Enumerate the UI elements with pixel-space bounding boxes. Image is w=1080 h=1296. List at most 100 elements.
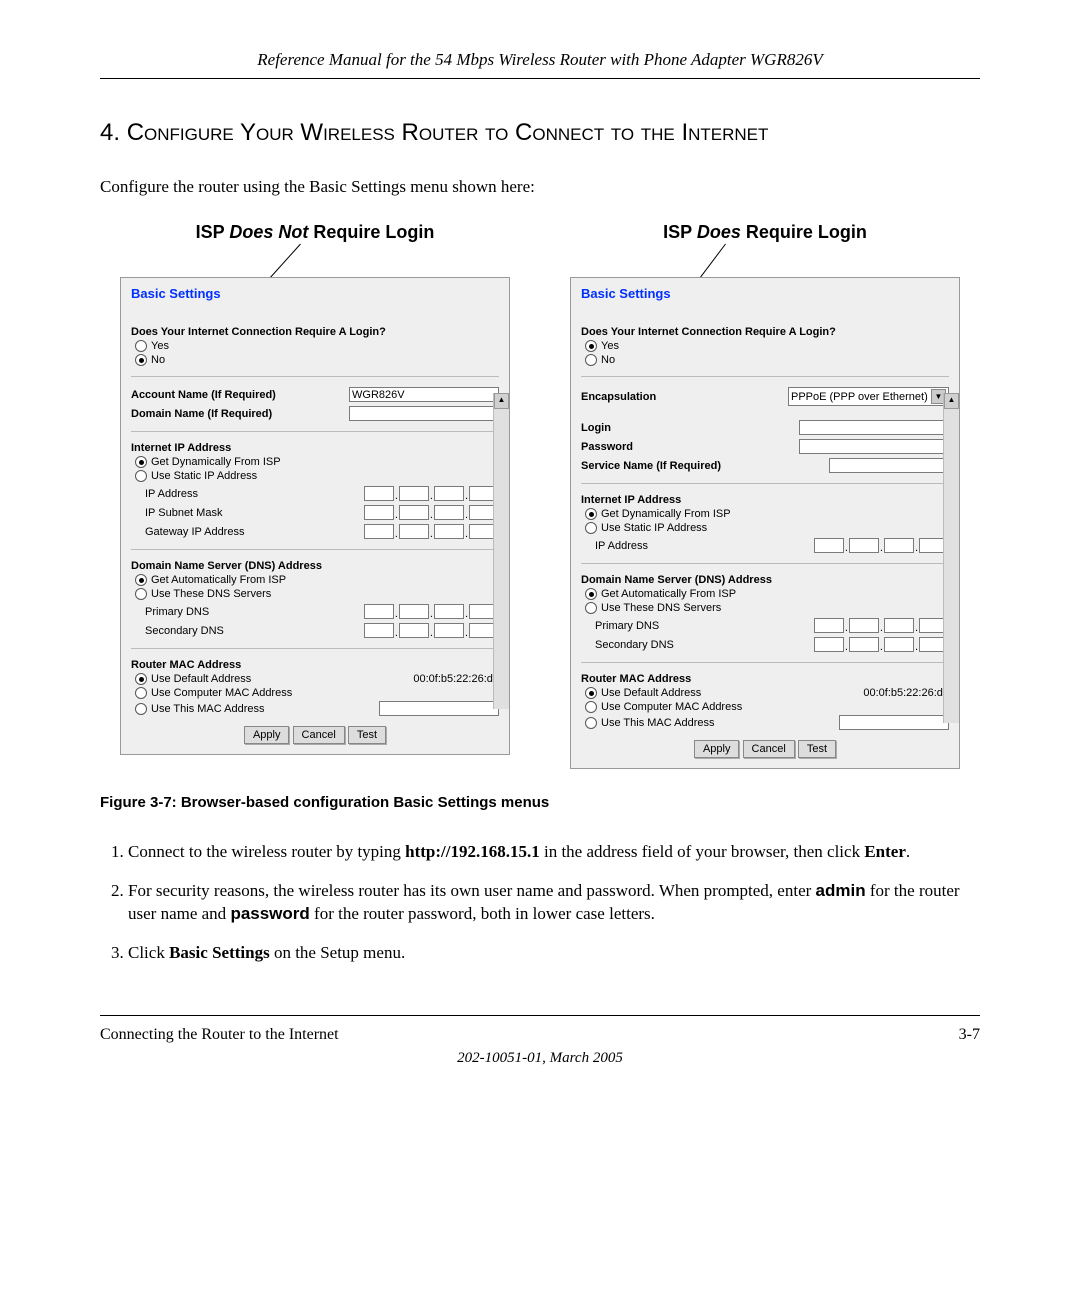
mac-default-label: Use Default Address [601, 687, 701, 699]
primary-dns-input[interactable]: ... [814, 618, 949, 633]
mac-default-option[interactable]: Use Default Address 00:0f:b5:22:26:de [581, 687, 949, 699]
domain-name-input[interactable] [349, 406, 499, 421]
dns-these-option[interactable]: Use These DNS Servers [581, 602, 949, 614]
mac-default-value: 00:0f:b5:22:26:de [863, 687, 949, 699]
step-2: For security reasons, the wireless route… [128, 880, 980, 926]
radio-icon [135, 354, 147, 366]
basic-settings-panel-left: ▲ Basic Settings Does Your Internet Conn… [120, 277, 510, 755]
password-label: Password [581, 441, 799, 453]
primary-dns-row: Primary DNS... [131, 604, 499, 619]
radio-icon [585, 508, 597, 520]
radio-icon [135, 470, 147, 482]
ip-input[interactable]: ... [364, 486, 499, 501]
subnet-input[interactable]: ... [364, 505, 499, 520]
login-question: Does Your Internet Connection Require A … [131, 326, 499, 338]
ip-input[interactable]: ... [814, 538, 949, 553]
secondary-dns-input[interactable]: ... [364, 623, 499, 638]
mac-computer-option[interactable]: Use Computer MAC Address [131, 687, 499, 699]
apply-button[interactable]: Apply [694, 740, 740, 758]
internet-ip-heading: Internet IP Address [581, 494, 949, 506]
radio-icon [585, 701, 597, 713]
section-title: Configure Your Wireless Router to Connec… [127, 119, 769, 146]
ip-dyn-option[interactable]: Get Dynamically From ISP [581, 508, 949, 520]
service-name-row: Service Name (If Required) [581, 458, 949, 473]
scroll-up-icon[interactable]: ▲ [944, 393, 959, 409]
radio-icon [135, 456, 147, 468]
section-heading: 4. Configure Your Wireless Router to Con… [100, 119, 980, 147]
login-input[interactable] [799, 420, 949, 435]
mac-computer-label: Use Computer MAC Address [601, 701, 742, 713]
right-col-heading: ISP Does Require Login [570, 222, 960, 243]
gateway-input[interactable]: ... [364, 524, 499, 539]
subnet-label: IP Subnet Mask [145, 507, 364, 519]
text: Connect to the wireless router by typing [128, 842, 405, 861]
radio-icon [585, 522, 597, 534]
ip-address-label: IP Address [595, 540, 814, 552]
mac-this-option[interactable]: Use This MAC Address [581, 715, 949, 730]
ip-address-label: IP Address [145, 488, 364, 500]
divider [131, 549, 499, 550]
radio-no[interactable]: No [131, 354, 499, 366]
radio-icon [135, 703, 147, 715]
mac-default-label: Use Default Address [151, 673, 251, 685]
left-column: ISP Does Not Require Login ▲ Basic Setti… [120, 222, 510, 769]
mac-this-option[interactable]: Use This MAC Address [131, 701, 499, 716]
test-button[interactable]: Test [348, 726, 386, 744]
primary-dns-input[interactable]: ... [364, 604, 499, 619]
primary-dns-label: Primary DNS [595, 620, 814, 632]
scrollbar[interactable]: ▲ [943, 393, 959, 723]
secondary-dns-row: Secondary DNS... [131, 623, 499, 638]
radio-icon [585, 354, 597, 366]
cancel-button[interactable]: Cancel [743, 740, 795, 758]
scroll-up-icon[interactable]: ▲ [494, 393, 509, 409]
ip-dyn-option[interactable]: Get Dynamically From ISP [131, 456, 499, 468]
divider [131, 648, 499, 649]
radio-yes[interactable]: Yes [131, 340, 499, 352]
account-name-row: Account Name (If Required) [131, 387, 499, 402]
test-button[interactable]: Test [798, 740, 836, 758]
step-1: Connect to the wireless router by typing… [128, 841, 980, 864]
password-text: password [230, 904, 309, 923]
ip-static-option[interactable]: Use Static IP Address [581, 522, 949, 534]
radio-no[interactable]: No [581, 354, 949, 366]
radio-icon [585, 340, 597, 352]
secondary-dns-input[interactable]: ... [814, 637, 949, 652]
scrollbar[interactable]: ▲ [493, 393, 509, 709]
dns-auto-option[interactable]: Get Automatically From ISP [131, 574, 499, 586]
dns-these-label: Use These DNS Servers [601, 602, 721, 614]
step-3: Click Basic Settings on the Setup menu. [128, 942, 980, 965]
radio-yes[interactable]: Yes [581, 340, 949, 352]
right-column: ISP Does Require Login ▲ Basic Settings … [570, 222, 960, 769]
figure-columns: ISP Does Not Require Login ▲ Basic Setti… [100, 222, 980, 769]
encapsulation-select[interactable]: PPPoE (PPP over Ethernet) ▼ [788, 387, 949, 406]
service-name-input[interactable] [829, 458, 949, 473]
panel-title: Basic Settings [581, 286, 949, 301]
divider [131, 376, 499, 377]
radio-icon [135, 574, 147, 586]
footer-left: Connecting the Router to the Internet [100, 1026, 339, 1044]
cancel-button[interactable]: Cancel [293, 726, 345, 744]
ip-static-label: Use Static IP Address [151, 470, 257, 482]
text: Enter [864, 842, 906, 861]
login-label: Login [581, 422, 799, 434]
account-name-input[interactable] [349, 387, 499, 402]
password-input[interactable] [799, 439, 949, 454]
dns-auto-label: Get Automatically From ISP [601, 588, 736, 600]
mac-this-input[interactable] [839, 715, 949, 730]
radio-icon [135, 687, 147, 699]
apply-button[interactable]: Apply [244, 726, 290, 744]
dns-these-label: Use These DNS Servers [151, 588, 271, 600]
mac-computer-option[interactable]: Use Computer MAC Address [581, 701, 949, 713]
figure-caption: Figure 3-7: Browser-based configuration … [100, 794, 980, 811]
ip-dyn-label: Get Dynamically From ISP [601, 508, 731, 520]
radio-icon [135, 673, 147, 685]
account-name-label: Account Name (If Required) [131, 389, 349, 401]
dns-auto-label: Get Automatically From ISP [151, 574, 286, 586]
mac-default-option[interactable]: Use Default Address00:0f:b5:22:26:de [131, 673, 499, 685]
button-row: Apply Cancel Test [131, 726, 499, 744]
divider [581, 483, 949, 484]
dns-these-option[interactable]: Use These DNS Servers [131, 588, 499, 600]
ip-static-option[interactable]: Use Static IP Address [131, 470, 499, 482]
dns-auto-option[interactable]: Get Automatically From ISP [581, 588, 949, 600]
mac-this-input[interactable] [379, 701, 499, 716]
